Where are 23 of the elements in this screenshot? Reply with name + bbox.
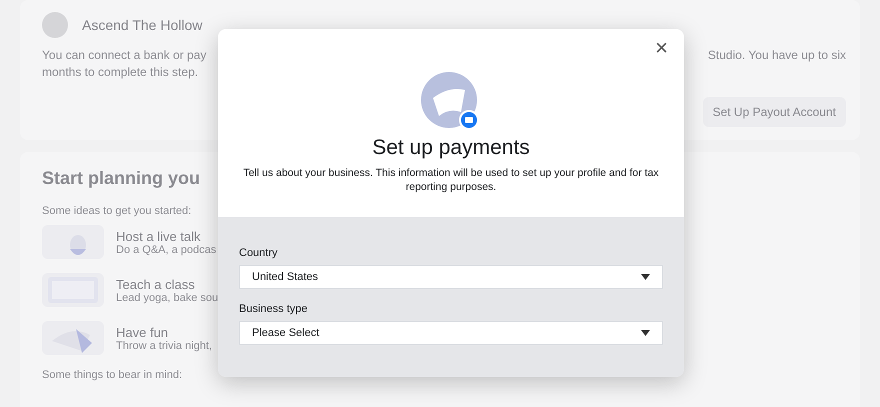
idea-subtitle: Lead yoga, bake sou <box>116 292 218 304</box>
dialog-title: Set up payments <box>372 136 530 160</box>
notice-text: Studio. You have up to six <box>708 48 846 62</box>
dropdown-field[interactable]: United States <box>239 265 663 290</box>
dropdown-field[interactable]: Please Select <box>239 321 663 346</box>
idea-title: Have fun <box>116 324 170 340</box>
idea-subtitle: Do a Q&A, a podcas <box>116 244 216 256</box>
close-button[interactable]: × <box>649 37 674 59</box>
intro-text: Some ideas to get you started: <box>42 205 192 217</box>
caret-icon <box>641 330 650 336</box>
notice-text: months to complete this step. <box>42 65 200 79</box>
notice-text: You can connect a bank or pay <box>42 48 206 62</box>
intro-text: Some things to bear in mind: <box>42 369 184 381</box>
idea-title: Host a live talk <box>116 228 202 244</box>
section-heading: Start planning you <box>42 168 200 189</box>
field-label: Business type <box>239 303 308 316</box>
idea-subtitle: Throw a trivia night, <box>116 340 212 352</box>
avatar-icon <box>42 12 68 38</box>
caret-icon <box>641 274 650 280</box>
dialog-description: Tell us about your business. This information will be used to set up your profile and for tax reporting purposes. <box>242 166 660 194</box>
field-label: Country <box>239 247 279 260</box>
idea-title: Teach a class <box>116 276 196 292</box>
page-name: Ascend The Hollow <box>82 17 202 33</box>
